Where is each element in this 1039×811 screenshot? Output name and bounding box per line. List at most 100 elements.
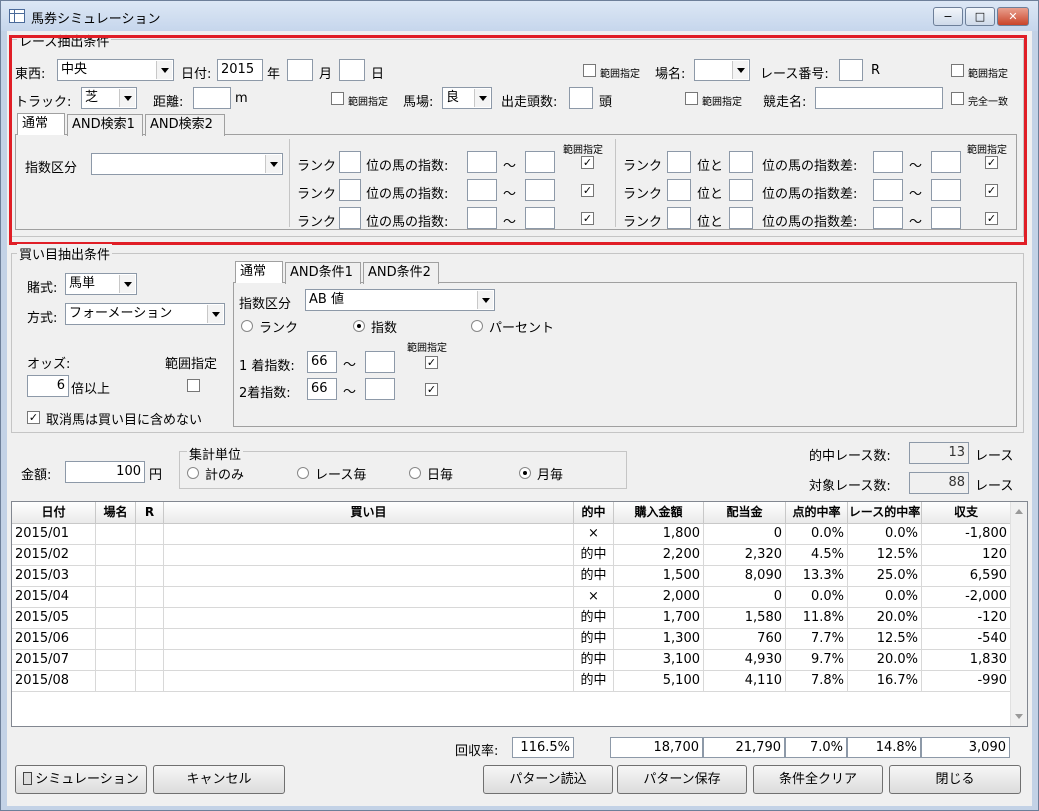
scroll-up-icon[interactable] [1015, 509, 1023, 514]
table-cell [164, 524, 574, 545]
tab-bet-and2[interactable]: AND条件2 [363, 262, 439, 284]
client-area: レース抽出条件 東西: 中央 日付: 2015 年 月 日 範囲指定 場名: レ… [7, 31, 1032, 806]
clear-all-button[interactable]: 条件全クリア [753, 765, 883, 794]
rank-a-input[interactable] [667, 179, 691, 201]
table-cell: 2015/01 [12, 524, 96, 545]
rank-a-input[interactable] [667, 151, 691, 173]
diff-range-checkbox[interactable]: ✓ [985, 212, 998, 225]
second-index-from[interactable]: 66 [307, 378, 337, 400]
amount-input[interactable]: 100 [65, 461, 145, 483]
tab-bet-and1[interactable]: AND条件1 [285, 262, 361, 284]
load-pattern-button[interactable]: パターン読込 [483, 765, 613, 794]
table-cell: 7.8% [786, 671, 848, 692]
rank-and-label: 位と [697, 215, 724, 230]
rank-b-input[interactable] [729, 151, 753, 173]
bet-type-select[interactable]: 馬単 [65, 273, 137, 295]
cancel-button[interactable]: キャンセル [153, 765, 285, 794]
method-select[interactable]: フォーメーション [65, 303, 225, 325]
table-cell [136, 524, 164, 545]
index-to-input[interactable] [525, 179, 555, 201]
table-cell: 20.0% [848, 650, 922, 671]
table-cell [96, 545, 136, 566]
pos-index-label: 位の馬の指数: [366, 215, 449, 230]
total-point-rate: 7.0% [785, 737, 847, 758]
rank-a-input[interactable] [667, 207, 691, 229]
rank-input[interactable] [339, 179, 361, 201]
index-range-checkbox[interactable]: ✓ [581, 184, 594, 197]
rank-input[interactable] [339, 207, 361, 229]
diff-from-input[interactable] [873, 151, 903, 173]
table-cell: 4,930 [704, 650, 786, 671]
table-cell [96, 587, 136, 608]
radio-percent-label: パーセント [489, 321, 555, 336]
radio-per-race-label: レース毎 [315, 468, 367, 483]
diff-to-input[interactable] [931, 179, 961, 201]
table-cell: 的中 [574, 545, 614, 566]
column-header[interactable]: 日付 [12, 502, 96, 524]
second-range-checkbox[interactable]: ✓ [425, 383, 438, 396]
table-cell [136, 545, 164, 566]
total-payout: 21,790 [703, 737, 785, 758]
column-header[interactable]: 収支 [922, 502, 1011, 524]
pos-diff-label: 位の馬の指数差: [762, 159, 858, 174]
radio-rank[interactable] [241, 320, 253, 332]
radio-index[interactable] [353, 320, 365, 332]
table-cell: 2015/02 [12, 545, 96, 566]
odds-input[interactable]: 6 [27, 375, 69, 397]
table-cell: 的中 [574, 566, 614, 587]
diff-range-checkbox[interactable]: ✓ [985, 184, 998, 197]
column-header[interactable]: 配当金 [704, 502, 786, 524]
minimize-button[interactable]: − [933, 7, 963, 26]
rank-b-input[interactable] [729, 207, 753, 229]
radio-percent[interactable] [471, 320, 483, 332]
radio-per-day[interactable] [409, 467, 421, 479]
simulation-button[interactable]: シミュレーション [15, 765, 147, 794]
rank-b-input[interactable] [729, 179, 753, 201]
odds-unit: 倍以上 [71, 382, 111, 397]
column-header[interactable]: 買い目 [164, 502, 574, 524]
calculator-icon [23, 772, 33, 785]
second-index-to[interactable] [365, 378, 395, 400]
column-header[interactable]: R [136, 502, 164, 524]
index-from-input[interactable] [467, 151, 497, 173]
diff-from-input[interactable] [873, 207, 903, 229]
radio-per-month[interactable] [519, 467, 531, 479]
maximize-button[interactable]: □ [965, 7, 995, 26]
column-header[interactable]: レース的中率 [848, 502, 922, 524]
column-header[interactable]: 場名 [96, 502, 136, 524]
radio-per-month-label: 月毎 [537, 468, 564, 483]
index-from-input[interactable] [467, 179, 497, 201]
close-button[interactable]: 閉じる [889, 765, 1021, 794]
diff-to-input[interactable] [931, 151, 961, 173]
scroll-down-icon[interactable] [1015, 714, 1023, 719]
vertical-scrollbar[interactable] [1010, 502, 1027, 726]
radio-per-race[interactable] [297, 467, 309, 479]
close-window-button[interactable]: ✕ [997, 7, 1029, 26]
index-from-input[interactable] [467, 207, 497, 229]
rank-and-label: 位と [697, 159, 724, 174]
first-range-checkbox[interactable]: ✓ [425, 356, 438, 369]
results-table[interactable]: 日付 場名 R 買い目 的中 購入金額 配当金 点的中率 レース的中率 収支 2015/01 × 1,… [11, 501, 1028, 727]
exclude-scratched-checkbox[interactable]: ✓ [27, 411, 40, 424]
tab-bet-normal[interactable]: 通常 [235, 261, 283, 283]
first-index-from[interactable]: 66 [307, 351, 337, 373]
first-index-to[interactable] [365, 351, 395, 373]
radio-total-only[interactable] [187, 467, 199, 479]
table-cell: 120 [922, 545, 1011, 566]
odds-label: オッズ: [27, 357, 71, 372]
column-header[interactable]: 的中 [574, 502, 614, 524]
save-pattern-button[interactable]: パターン保存 [617, 765, 747, 794]
column-header[interactable]: 購入金額 [614, 502, 704, 524]
pos-diff-label: 位の馬の指数差: [762, 215, 858, 230]
rank-input[interactable] [339, 151, 361, 173]
index-range-checkbox[interactable]: ✓ [581, 212, 594, 225]
index-to-input[interactable] [525, 207, 555, 229]
bet-index-class-select[interactable]: AB 値 [305, 289, 495, 311]
odds-range-checkbox[interactable] [187, 379, 200, 392]
diff-to-input[interactable] [931, 207, 961, 229]
diff-range-checkbox[interactable]: ✓ [985, 156, 998, 169]
index-range-checkbox[interactable]: ✓ [581, 156, 594, 169]
index-to-input[interactable] [525, 151, 555, 173]
column-header[interactable]: 点的中率 [786, 502, 848, 524]
diff-from-input[interactable] [873, 179, 903, 201]
